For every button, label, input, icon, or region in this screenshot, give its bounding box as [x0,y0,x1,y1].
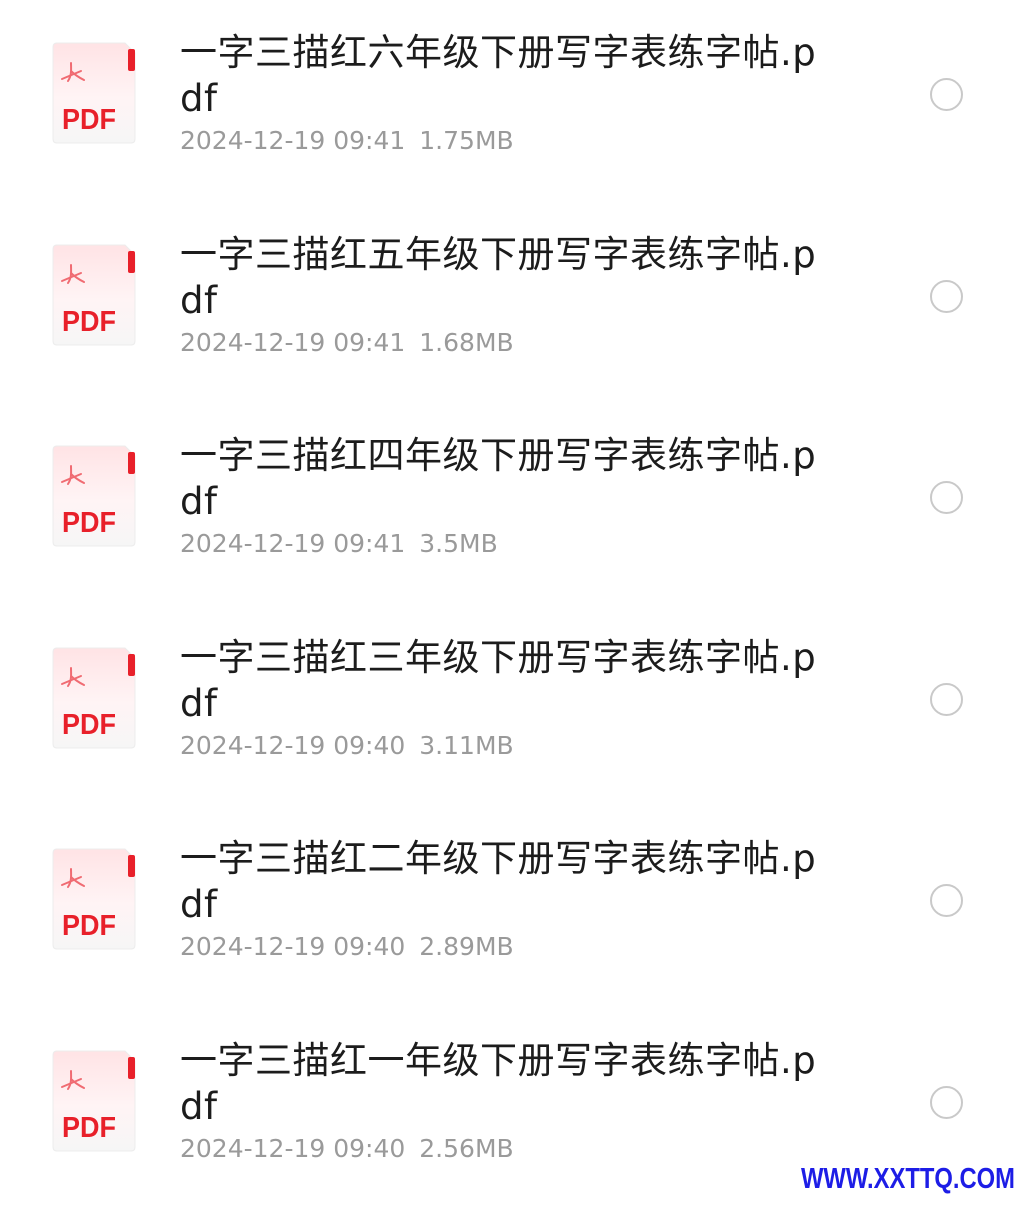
svg-text:PDF: PDF [62,507,116,539]
file-name: 一字三描红一年级下册写字表练字帖.pdf [180,1039,817,1128]
file-date: 2024-12-19 09:41 [180,328,406,357]
watermark: WWW.XXTTQ.COM [801,1163,1015,1195]
file-meta: 2024-12-19 09:40 3.11MB [180,729,514,763]
file-list: PDF 一字三描红六年级下册写字表练字帖.pdf 2024-12-19 09:4… [0,0,1023,1200]
svg-text:PDF: PDF [62,910,116,942]
file-date: 2024-12-19 09:40 [180,731,406,760]
file-row[interactable]: PDF 一字三描红三年级下册写字表练字帖.pdf 2024-12-19 09:4… [0,605,1023,806]
file-date: 2024-12-19 09:40 [180,932,406,961]
select-radio[interactable] [930,683,963,716]
select-radio[interactable] [930,78,963,111]
svg-text:PDF: PDF [62,306,116,338]
svg-text:PDF: PDF [62,709,116,741]
file-row[interactable]: PDF 一字三描红六年级下册写字表练字帖.pdf 2024-12-19 09:4… [0,0,1023,201]
file-row[interactable]: PDF 一字三描红五年级下册写字表练字帖.pdf 2024-12-19 09:4… [0,202,1023,403]
select-radio[interactable] [930,481,963,514]
file-meta: 2024-12-19 09:41 1.68MB [180,326,514,360]
file-meta: 2024-12-19 09:40 2.56MB [180,1132,514,1166]
pdf-file-icon: PDF [51,444,137,548]
file-date: 2024-12-19 09:41 [180,529,406,558]
file-date: 2024-12-19 09:41 [180,126,406,155]
select-radio[interactable] [930,1086,963,1119]
select-radio[interactable] [930,884,963,917]
pdf-file-icon: PDF [51,847,137,951]
select-radio[interactable] [930,280,963,313]
pdf-file-icon: PDF [51,243,137,347]
file-name: 一字三描红四年级下册写字表练字帖.pdf [180,434,817,523]
file-size: 3.5MB [419,529,498,558]
file-size: 2.89MB [419,932,514,961]
svg-text:PDF: PDF [62,104,116,136]
svg-text:PDF: PDF [62,1112,116,1144]
file-row[interactable]: PDF 一字三描红二年级下册写字表练字帖.pdf 2024-12-19 09:4… [0,806,1023,1007]
pdf-file-icon: PDF [51,646,137,750]
file-date: 2024-12-19 09:40 [180,1134,406,1163]
file-size: 1.68MB [419,328,514,357]
file-size: 2.56MB [419,1134,514,1163]
file-name: 一字三描红二年级下册写字表练字帖.pdf [180,837,817,926]
pdf-file-icon: PDF [51,41,137,145]
file-size: 1.75MB [419,126,514,155]
file-size: 3.11MB [419,731,514,760]
file-meta: 2024-12-19 09:41 1.75MB [180,124,514,158]
file-name: 一字三描红五年级下册写字表练字帖.pdf [180,233,817,322]
file-meta: 2024-12-19 09:41 3.5MB [180,527,498,561]
pdf-file-icon: PDF [51,1049,137,1153]
file-meta: 2024-12-19 09:40 2.89MB [180,930,514,964]
file-name: 一字三描红三年级下册写字表练字帖.pdf [180,636,817,725]
file-row[interactable]: PDF 一字三描红四年级下册写字表练字帖.pdf 2024-12-19 09:4… [0,403,1023,604]
file-name: 一字三描红六年级下册写字表练字帖.pdf [180,31,817,120]
